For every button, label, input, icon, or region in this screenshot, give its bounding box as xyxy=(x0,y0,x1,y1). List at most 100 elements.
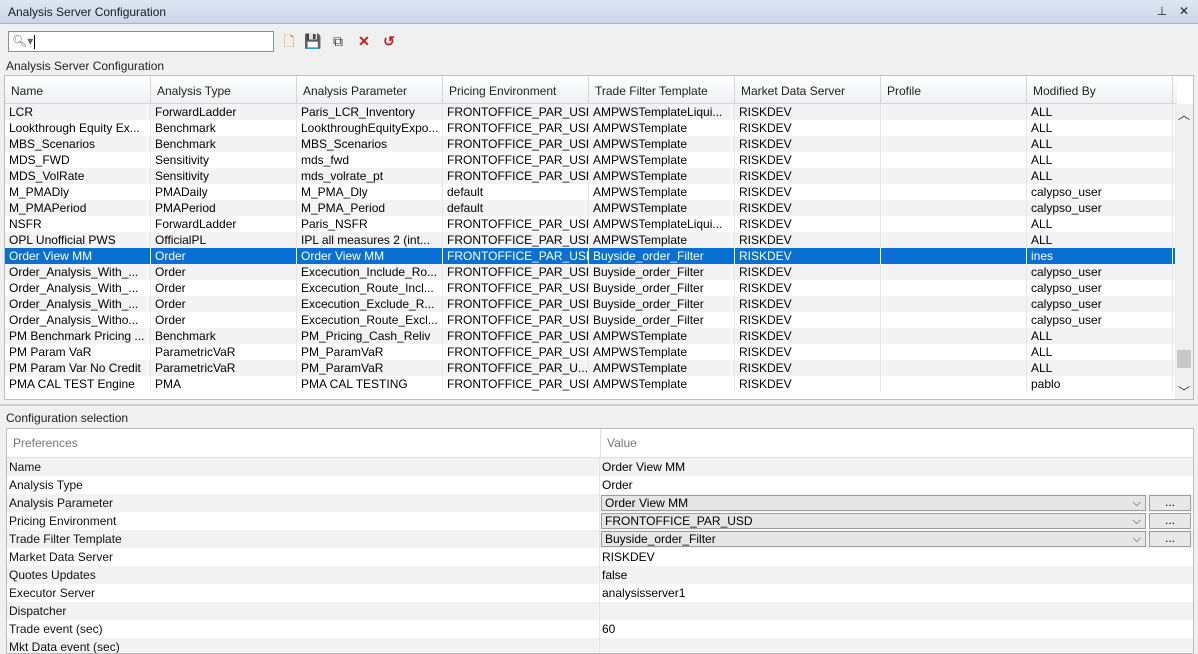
analysis-parameter-select[interactable]: Order View MM ⌵ xyxy=(601,495,1146,511)
property-row-trade-event-sec: Trade event (sec) 60 xyxy=(7,620,1193,638)
table-row[interactable]: Order_Analysis_With_... Order Excecution_I… xyxy=(5,264,1177,280)
table-row[interactable]: Order_Analysis_With_... Order Excecution_E… xyxy=(5,296,1177,312)
pricing-environment-browse-button[interactable]: ... xyxy=(1149,513,1191,529)
save-icon[interactable]: 💾 xyxy=(304,32,322,50)
cell-pricing-environment: FRONTOFFICE_PAR_USD xyxy=(443,248,589,264)
column-header-name[interactable]: Name xyxy=(5,76,151,104)
property-value[interactable] xyxy=(600,638,1193,653)
cell-profile xyxy=(881,280,1027,296)
property-value[interactable]: false xyxy=(600,566,1193,584)
property-row-analysis-parameter: Analysis Parameter Order View MM ⌵... xyxy=(7,494,1193,512)
property-value[interactable] xyxy=(600,602,1193,620)
trade-filter-template-select[interactable]: Buyside_order_Filter ⌵ xyxy=(601,531,1146,547)
cell-name: MBS_Scenarios xyxy=(5,136,151,152)
property-key: Analysis Parameter xyxy=(7,494,600,512)
delete-icon[interactable]: ✕ xyxy=(355,32,373,50)
table-vertical-scrollbar[interactable]: ︿ ﹀ xyxy=(1175,104,1193,399)
cell-modified-by: ALL xyxy=(1027,120,1173,136)
cell-profile xyxy=(881,376,1027,392)
pricing-environment-select[interactable]: FRONTOFFICE_PAR_USD ⌵ xyxy=(601,513,1146,529)
property-value[interactable]: RISKDEV xyxy=(600,548,1193,566)
column-header-profile[interactable]: Profile xyxy=(881,76,1027,104)
cell-modified-by: calypso_user xyxy=(1027,184,1173,200)
cell-name: M_PMAPeriod xyxy=(5,200,151,216)
search-icon[interactable]: 🔍︎▾ xyxy=(12,34,33,48)
table-row[interactable]: LCR ForwardLadder Paris_LCR_Inventory FRONT… xyxy=(5,104,1177,120)
cell-name: Order View MM xyxy=(5,248,151,264)
close-window-icon[interactable]: ✕ xyxy=(1176,3,1192,19)
table-row[interactable]: OPL Unofficial PWS OfficialPL IPL all meas… xyxy=(5,232,1177,248)
cell-pricing-environment: FRONTOFFICE_PAR_USD xyxy=(443,104,589,120)
column-header-analysis-parameter[interactable]: Analysis Parameter xyxy=(297,76,443,104)
cell-market-data-server: RISKDEV xyxy=(735,328,881,344)
chevron-down-icon[interactable]: ⌵ xyxy=(1133,514,1141,528)
trade-filter-template-browse-button[interactable]: ... xyxy=(1149,531,1191,547)
table-row[interactable]: Lookthrough Equity Ex... Benchmark Lookthr… xyxy=(5,120,1177,136)
cell-profile xyxy=(881,264,1027,280)
table-row[interactable]: PMA CAL TEST Engine PMA PMA CAL TESTING FRO… xyxy=(5,376,1177,392)
table-row[interactable]: M_PMAPeriod PMAPeriod M_PMA_Period default A… xyxy=(5,200,1177,216)
copy-icon[interactable]: ⧉ xyxy=(329,32,347,50)
property-value[interactable]: Order View MM xyxy=(600,458,1193,476)
chevron-down-icon[interactable]: ⌵ xyxy=(1133,496,1141,510)
table-row[interactable]: MBS_Scenarios Benchmark MBS_Scenarios FRONT… xyxy=(5,136,1177,152)
panel-splitter[interactable] xyxy=(0,404,1198,406)
cell-name: Order_Analysis_With_... xyxy=(5,296,151,312)
table-row[interactable]: Order_Analysis_Witho... Order Excecution_R… xyxy=(5,312,1177,328)
property-row-dispatcher: Dispatcher xyxy=(7,602,1193,620)
cell-market-data-server: RISKDEV xyxy=(735,184,881,200)
cell-name: MDS_FWD xyxy=(5,152,151,168)
search-input[interactable] xyxy=(35,33,271,50)
cell-profile xyxy=(881,360,1027,376)
cell-pricing-environment: FRONTOFFICE_PAR_USD xyxy=(443,312,589,328)
cell-profile xyxy=(881,184,1027,200)
column-header-market-data-server[interactable]: Market Data Server xyxy=(735,76,881,104)
search-box[interactable]: 🔍︎▾ xyxy=(8,31,274,52)
table-row[interactable]: Order_Analysis_With_... Order Excecution_R… xyxy=(5,280,1177,296)
undo-icon[interactable]: ↺ xyxy=(380,32,398,50)
new-icon[interactable]: 🗋 xyxy=(280,32,298,50)
table-row[interactable]: NSFR ForwardLadder Paris_NSFR FRONTOFFICE_P… xyxy=(5,216,1177,232)
cell-name: MDS_VolRate xyxy=(5,168,151,184)
preferences-column-header: Preferences xyxy=(7,429,601,457)
cell-profile xyxy=(881,344,1027,360)
table-row[interactable]: MDS_FWD Sensitivity mds_fwd FRONTOFFICE_PAR… xyxy=(5,152,1177,168)
table-row[interactable]: PM Param Var No Credit ParametricVaR PM_Pa… xyxy=(5,360,1177,376)
pin-icon[interactable]: ⊥ xyxy=(1154,3,1170,19)
property-value[interactable]: 60 xyxy=(600,620,1193,638)
column-header-pricing-environment[interactable]: Pricing Environment xyxy=(443,76,589,104)
cell-trade-filter-template: AMPWSTemplate xyxy=(589,232,735,248)
scroll-thumb[interactable] xyxy=(1177,350,1191,368)
cell-name: Order_Analysis_With_... xyxy=(5,280,151,296)
property-value[interactable]: analysisserver1 xyxy=(600,584,1193,602)
cell-market-data-server: RISKDEV xyxy=(735,264,881,280)
table-row[interactable]: Order View MM Order Order View MM FRONTOFFI… xyxy=(5,248,1177,264)
table-row[interactable]: M_PMADly PMADaily M_PMA_Dly default AMPWSTem… xyxy=(5,184,1177,200)
cell-trade-filter-template: AMPWSTemplate xyxy=(589,200,735,216)
scroll-up-icon[interactable]: ︿ xyxy=(1178,106,1190,123)
cell-profile xyxy=(881,216,1027,232)
table-body: InvestmentPL (EOD)InvestmentIndicatorsIP… xyxy=(5,88,1177,392)
cell-trade-filter-template: AMPWSTemplate xyxy=(589,184,735,200)
scroll-down-icon[interactable]: ﹀ xyxy=(1178,383,1190,399)
cell-analysis-parameter: M_PMA_Dly xyxy=(297,184,443,200)
cell-modified-by: ines xyxy=(1027,248,1173,264)
table-row[interactable]: PM Benchmark Pricing ... Benchmark PM_Pric… xyxy=(5,328,1177,344)
cell-pricing-environment: FRONTOFFICE_PAR_USD xyxy=(443,232,589,248)
table-row[interactable]: PM Param VaR ParametricVaR PM_ParamVaR FRON… xyxy=(5,344,1177,360)
column-header-modified-by[interactable]: Modified By xyxy=(1027,76,1173,104)
cell-market-data-server: RISKDEV xyxy=(735,136,881,152)
property-row-mkt-data-event-sec: Mkt Data event (sec) xyxy=(7,638,1193,653)
cell-profile xyxy=(881,200,1027,216)
cell-profile xyxy=(881,104,1027,120)
cell-analysis-type: Benchmark xyxy=(151,328,297,344)
column-header-trade-filter-template[interactable]: Trade Filter Template xyxy=(589,76,735,104)
cell-profile xyxy=(881,312,1027,328)
property-value[interactable]: Order xyxy=(600,476,1193,494)
analysis-parameter-browse-button[interactable]: ... xyxy=(1149,495,1191,511)
table-row[interactable]: MDS_VolRate Sensitivity mds_volrate_pt FRON… xyxy=(5,168,1177,184)
chevron-down-icon[interactable]: ⌵ xyxy=(1133,532,1141,546)
column-header-analysis-type[interactable]: Analysis Type xyxy=(151,76,297,104)
cell-name: LCR xyxy=(5,104,151,120)
cell-profile xyxy=(881,120,1027,136)
